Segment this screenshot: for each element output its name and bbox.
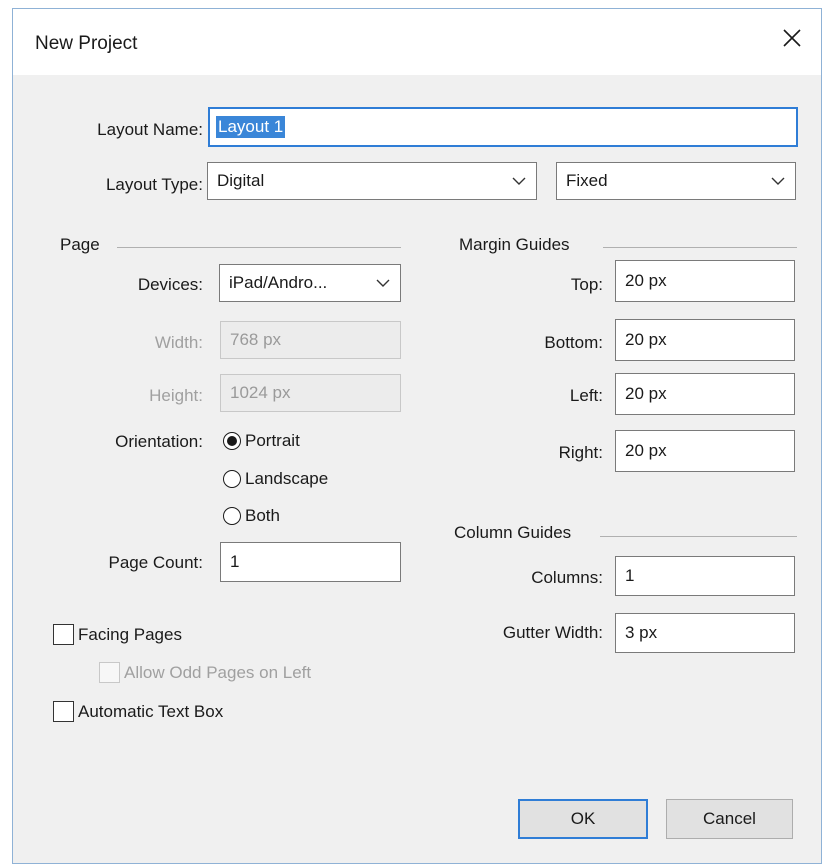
layout-type-select[interactable]: Digital (207, 162, 537, 200)
width-value: 768 px (230, 330, 282, 349)
allow-odd-pages-checkbox: Allow Odd Pages on Left (99, 662, 311, 683)
height-input: 1024 px (220, 374, 401, 412)
margin-bottom-input[interactable]: 20 px (615, 319, 795, 361)
layout-type-label: Layout Type: (105, 175, 203, 194)
close-icon (783, 29, 801, 47)
layout-mode-select[interactable]: Fixed (556, 162, 796, 200)
automatic-text-box-label: Automatic Text Box (78, 701, 224, 721)
chevron-down-icon (512, 177, 526, 185)
facing-pages-label: Facing Pages (78, 624, 182, 644)
allow-odd-pages-label: Allow Odd Pages on Left (124, 662, 312, 682)
page-count-label: Page Count: (108, 553, 203, 572)
devices-value: iPad/Andro... (229, 273, 328, 292)
page-section-divider (117, 247, 401, 248)
margin-top-value: 20 px (625, 271, 667, 290)
orientation-both-label: Both (245, 506, 280, 525)
margin-left-value: 20 px (625, 384, 667, 403)
devices-select[interactable]: iPad/Andro... (219, 264, 401, 302)
column-guides-section-title: Column Guides (454, 523, 572, 542)
close-button[interactable] (777, 23, 807, 53)
gutter-width-input[interactable]: 3 px (615, 613, 795, 653)
layout-name-value: Layout 1 (216, 116, 286, 138)
columns-input[interactable]: 1 (615, 556, 795, 596)
margin-top-input[interactable]: 20 px (615, 260, 795, 302)
layout-mode-value: Fixed (566, 171, 608, 190)
gutter-width-value: 3 px (625, 623, 658, 642)
width-label: Width: (154, 333, 203, 352)
layout-name-input[interactable]: Layout 1 (208, 107, 798, 147)
cancel-button[interactable]: Cancel (666, 799, 793, 839)
margin-bottom-label: Bottom: (544, 333, 603, 352)
layout-type-value: Digital (217, 171, 265, 190)
orientation-both-radio[interactable]: Both (223, 506, 280, 526)
height-value: 1024 px (230, 383, 291, 402)
columns-label: Columns: (531, 568, 603, 587)
page-count-value: 1 (230, 552, 240, 571)
layout-name-label: Layout Name: (97, 120, 203, 139)
margin-left-input[interactable]: 20 px (615, 373, 795, 415)
chevron-down-icon (376, 279, 390, 287)
new-project-dialog: New Project Layout Name: Layout 1 Layout… (12, 8, 822, 864)
height-label: Height: (149, 386, 203, 405)
page-count-input[interactable]: 1 (220, 542, 401, 582)
column-guides-divider (600, 536, 797, 537)
page-section-title: Page (60, 235, 100, 254)
orientation-landscape-radio[interactable]: Landscape (223, 469, 328, 489)
margin-top-label: Top: (570, 275, 603, 294)
title-bar: New Project (13, 9, 821, 75)
facing-pages-checkbox[interactable]: Facing Pages (53, 624, 182, 645)
margin-bottom-value: 20 px (625, 330, 667, 349)
margin-guides-divider (603, 247, 797, 248)
ok-button[interactable]: OK (518, 799, 648, 839)
margin-left-label: Left: (569, 386, 603, 405)
columns-value: 1 (625, 566, 635, 585)
orientation-portrait-radio[interactable]: Portrait (223, 431, 300, 451)
automatic-text-box-checkbox[interactable]: Automatic Text Box (53, 701, 223, 722)
orientation-landscape-label: Landscape (245, 469, 329, 488)
margin-right-input[interactable]: 20 px (615, 430, 795, 472)
width-input: 768 px (220, 321, 401, 359)
margin-right-label: Right: (558, 443, 603, 462)
devices-label: Devices: (137, 275, 203, 294)
margin-right-value: 20 px (625, 441, 667, 460)
chevron-down-icon (771, 177, 785, 185)
orientation-label: Orientation: (115, 432, 203, 451)
margin-guides-section-title: Margin Guides (459, 235, 570, 254)
dialog-title: New Project (35, 33, 138, 54)
gutter-width-label: Gutter Width: (502, 623, 603, 642)
orientation-portrait-label: Portrait (245, 431, 300, 450)
